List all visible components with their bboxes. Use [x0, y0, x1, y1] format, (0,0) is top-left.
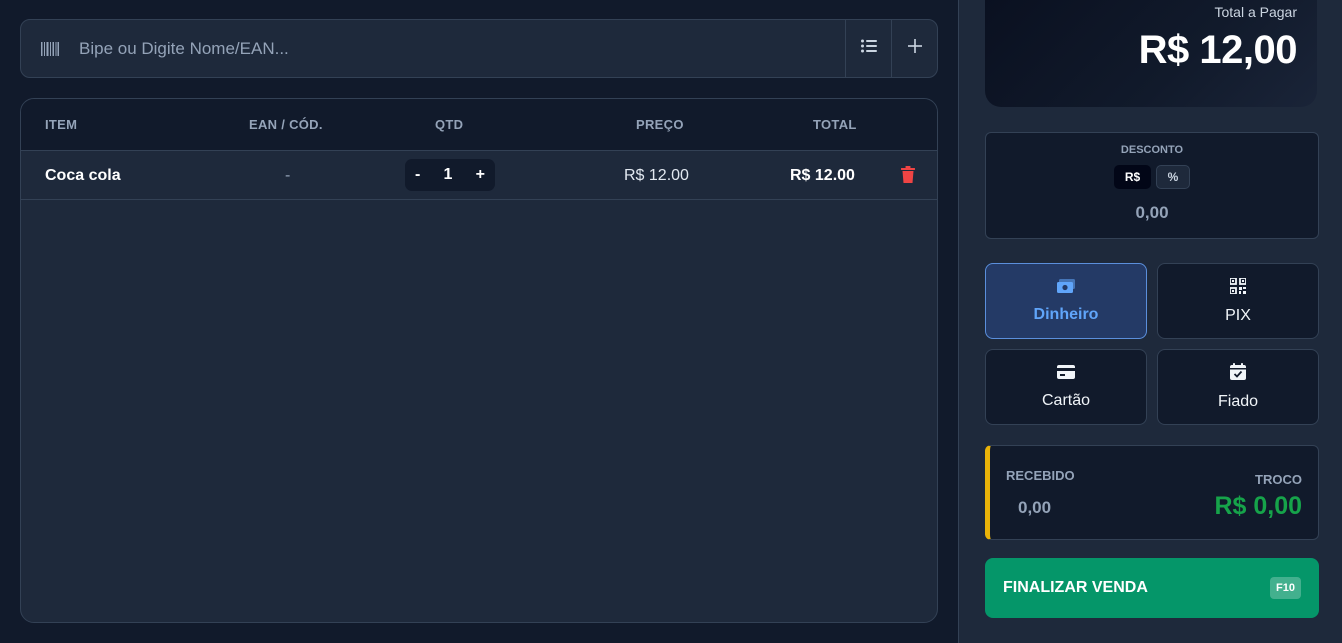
money-icon	[1057, 278, 1075, 298]
column-header-total: TOTAL	[813, 117, 857, 132]
qty-value: 1	[443, 166, 453, 183]
shortcut-badge: F10	[1270, 577, 1301, 599]
cart-table-header: ITEM EAN / CÓD. QTD PREÇO TOTAL	[21, 99, 937, 151]
quantity-stepper: - 1 +	[405, 159, 495, 191]
received-label: RECEBIDO	[1006, 468, 1075, 483]
discount-mode-toggle: R$ %	[1114, 165, 1190, 189]
total-value: R$ 12,00	[1138, 28, 1298, 72]
remove-item-button[interactable]	[901, 166, 915, 188]
qty-decrement-button[interactable]: -	[415, 166, 420, 184]
discount-input[interactable]: 0,00	[986, 203, 1318, 223]
finish-sale-label: FINALIZAR VENDA	[1003, 579, 1148, 596]
plus-icon	[907, 39, 922, 58]
change-value: R$ 0,00	[1214, 492, 1302, 520]
cart-item-ean: -	[285, 167, 291, 184]
trash-icon	[901, 166, 915, 187]
cart-table: ITEM EAN / CÓD. QTD PREÇO TOTAL Coca col…	[20, 98, 938, 623]
change-panel: RECEBIDO TROCO R$ 0,00	[985, 445, 1319, 540]
qty-increment-button[interactable]: +	[476, 166, 485, 184]
barcode-icon	[21, 20, 79, 77]
cart-item-name: Coca cola	[45, 167, 121, 184]
calendar-check-icon	[1230, 363, 1246, 385]
column-header-ean: EAN / CÓD.	[249, 117, 323, 132]
cart-item-total: R$ 12.00	[790, 167, 855, 184]
payment-method-pix[interactable]: PIX	[1157, 263, 1319, 339]
column-header-qty: QTD	[435, 117, 464, 132]
discount-panel: DESCONTO R$ % 0,00	[985, 132, 1319, 239]
payment-method-label: Fiado	[1217, 393, 1259, 410]
payment-method-label: Dinheiro	[1033, 305, 1099, 323]
total-to-pay-card: Total a Pagar R$ 12,00	[985, 0, 1317, 107]
payment-method-card[interactable]: Cartão	[985, 349, 1147, 425]
list-icon	[860, 39, 877, 58]
cart-item-price: R$ 12.00	[624, 167, 689, 184]
qr-code-icon	[1229, 276, 1247, 299]
finish-sale-button[interactable]: FINALIZAR VENDA F10	[985, 558, 1319, 618]
checkout-sidebar: Total a Pagar R$ 12,00 DESCONTO R$ % 0,0…	[958, 0, 1342, 643]
discount-label: DESCONTO	[1120, 144, 1184, 156]
payment-method-label: Cartão	[1041, 391, 1091, 409]
column-header-price: PREÇO	[636, 117, 684, 132]
column-header-item: ITEM	[45, 117, 78, 132]
product-search-bar	[20, 19, 938, 78]
credit-card-icon	[1057, 364, 1075, 384]
table-row: Coca cola - - 1 + R$ 12.00 R$ 12.00	[21, 151, 937, 200]
discount-mode-percent[interactable]: %	[1156, 165, 1190, 189]
product-list-button[interactable]	[845, 20, 891, 77]
total-label: Total a Pagar	[1214, 4, 1298, 20]
payment-method-label: PIX	[1225, 306, 1251, 324]
payment-method-credit[interactable]: Fiado	[1157, 349, 1319, 425]
add-product-button[interactable]	[891, 20, 937, 77]
payment-method-cash[interactable]: Dinheiro	[985, 263, 1147, 339]
received-input[interactable]	[1006, 494, 1116, 522]
search-input[interactable]	[79, 20, 845, 77]
discount-mode-currency[interactable]: R$	[1114, 165, 1151, 189]
change-label: TROCO	[1255, 472, 1302, 487]
